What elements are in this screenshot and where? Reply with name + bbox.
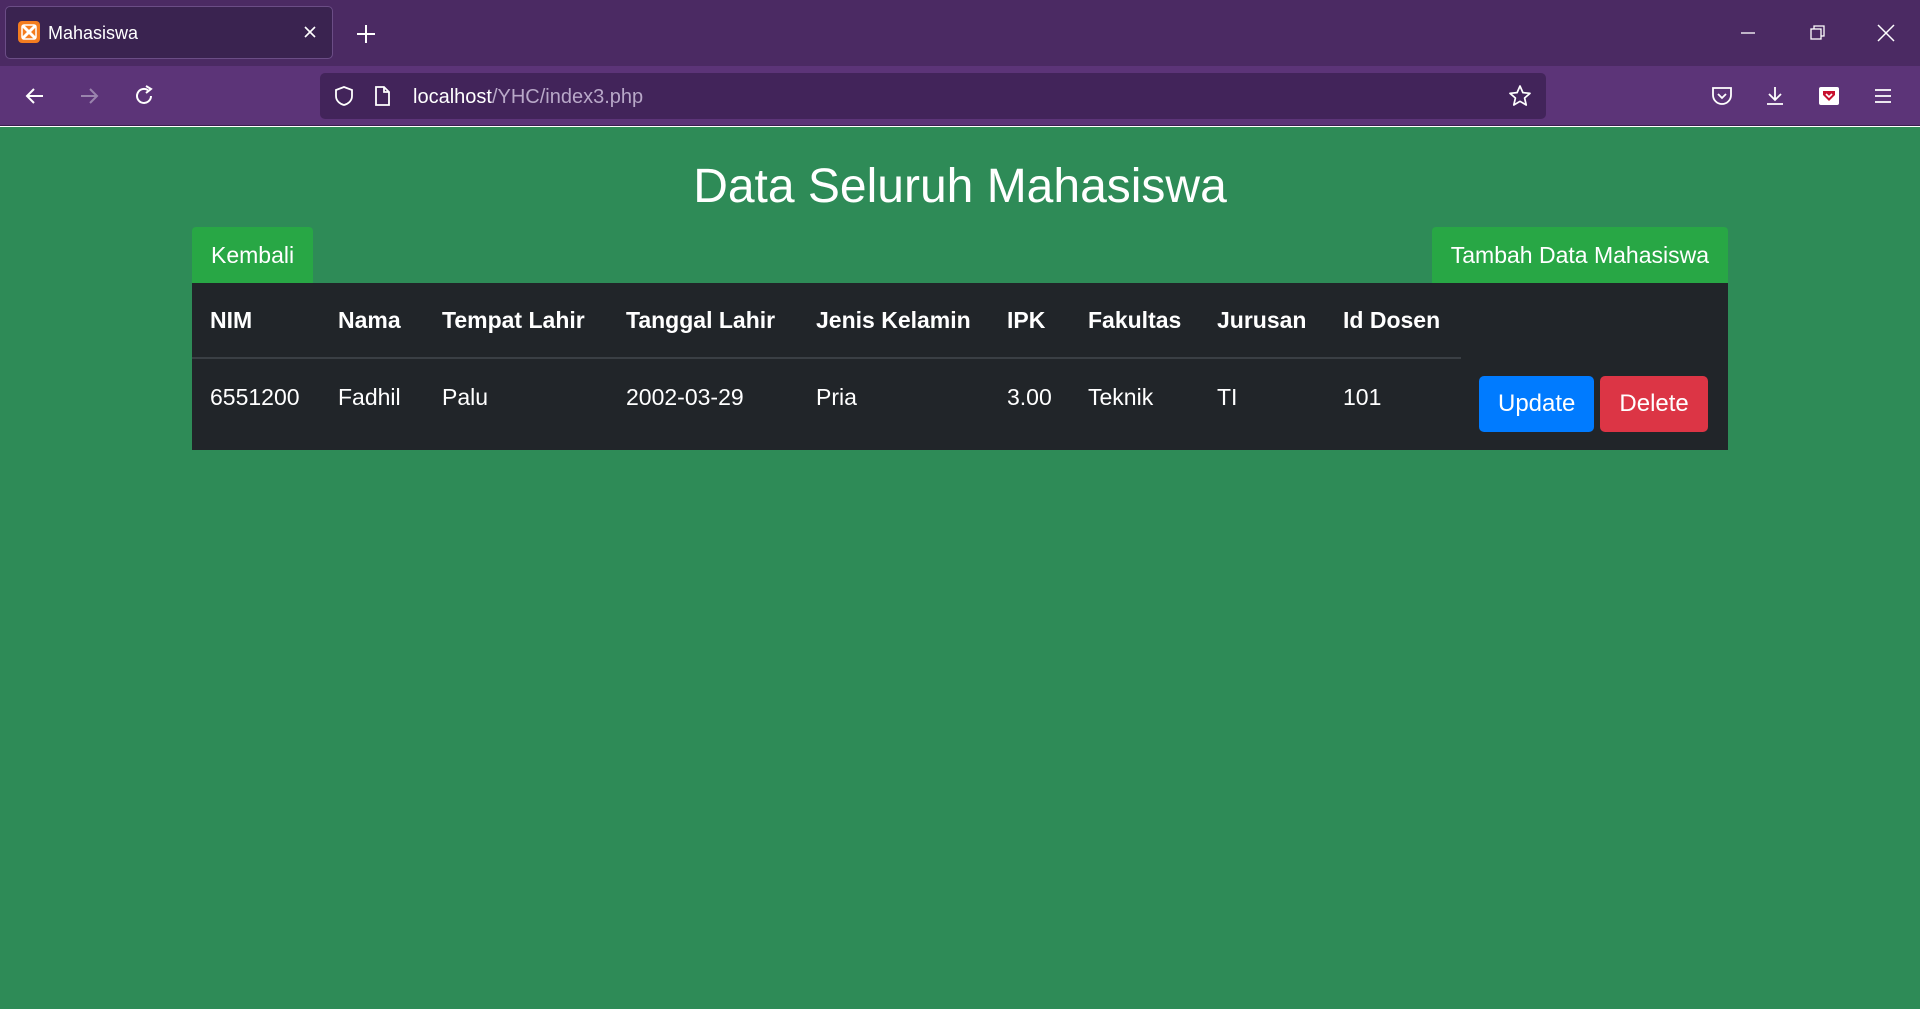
cell-actions: Update Delete [1461,358,1728,435]
back-icon[interactable] [19,80,51,112]
update-button[interactable]: Update [1479,376,1595,432]
shield-icon[interactable] [332,84,356,108]
pocket-icon[interactable] [1706,80,1738,112]
extension-icon[interactable] [1813,80,1845,112]
page-content: Data Seluruh Mahasiswa Kembali Tambah Da… [0,127,1920,1009]
table-header-row: NIM Nama Tempat Lahir Tanggal Lahir Jeni… [192,283,1728,359]
header-fakultas: Fakultas [1088,283,1217,359]
cell-fakultas: Teknik [1088,383,1154,410]
delete-button[interactable]: Delete [1600,376,1708,432]
header-tanggal-lahir: Tanggal Lahir [626,283,816,359]
tab-title: Mahasiswa [48,23,139,43]
close-window-icon[interactable] [1871,18,1901,48]
cell-nama: Fadhil [338,383,401,410]
header-jenis-kelamin: Jenis Kelamin [816,283,1007,359]
cell-tempat-lahir: Palu [442,383,489,410]
url-text[interactable]: localhost/YHC/index3.php [413,85,643,109]
tambah-data-mahasiswa-button[interactable]: Tambah Data Mahasiswa [1431,227,1728,283]
page-title: Data Seluruh Mahasiswa [693,160,1227,213]
header-jurusan: Jurusan [1217,283,1343,359]
minimize-icon[interactable] [1733,18,1763,48]
cell-jurusan: TI [1217,383,1238,410]
page-icon[interactable] [370,84,394,108]
menu-icon[interactable] [1867,80,1899,112]
header-actions [1461,283,1728,358]
cell-jenis-kelamin: Pria [816,383,857,410]
close-tab-icon[interactable] [298,20,322,44]
header-tempat-lahir: Tempat Lahir [442,283,626,359]
cell-tanggal-lahir: 2002-03-29 [626,383,744,410]
restore-icon[interactable] [1802,18,1832,48]
reload-icon[interactable] [128,80,160,112]
url-path: /YHC/index3.php [491,86,644,108]
browser-window: Mahasiswa localhost/YHC/index3.php Data … [0,0,1920,1009]
cell-nim: 6551200 [210,383,300,410]
new-tab-icon[interactable] [352,20,380,48]
address-bar[interactable]: localhost/YHC/index3.php [320,73,1546,119]
header-nim: NIM [192,283,338,359]
mahasiswa-table-container: NIM Nama Tempat Lahir Tanggal Lahir Jeni… [192,283,1728,450]
bookmark-star-icon[interactable] [1508,84,1532,108]
header-ipk: IPK [1007,283,1088,359]
download-icon[interactable] [1759,80,1791,112]
tab-mahasiswa[interactable]: Mahasiswa [5,6,333,59]
cell-ipk: 3.00 [1007,383,1052,410]
kembali-button[interactable]: Kembali [192,227,314,283]
header-nama: Nama [338,283,442,359]
xampp-icon [18,21,40,43]
mahasiswa-table: NIM Nama Tempat Lahir Tanggal Lahir Jeni… [192,283,1728,435]
cell-id-dosen: 101 [1343,383,1382,410]
table-row: 6551200 Fadhil Palu 2002-03-29 Pria 3.00… [192,358,1728,435]
forward-icon[interactable] [73,80,105,112]
header-id-dosen: Id Dosen [1343,283,1461,359]
tab-strip: Mahasiswa [0,0,1920,66]
url-host: localhost [413,86,492,108]
navigation-bar: localhost/YHC/index3.php [0,66,1920,126]
